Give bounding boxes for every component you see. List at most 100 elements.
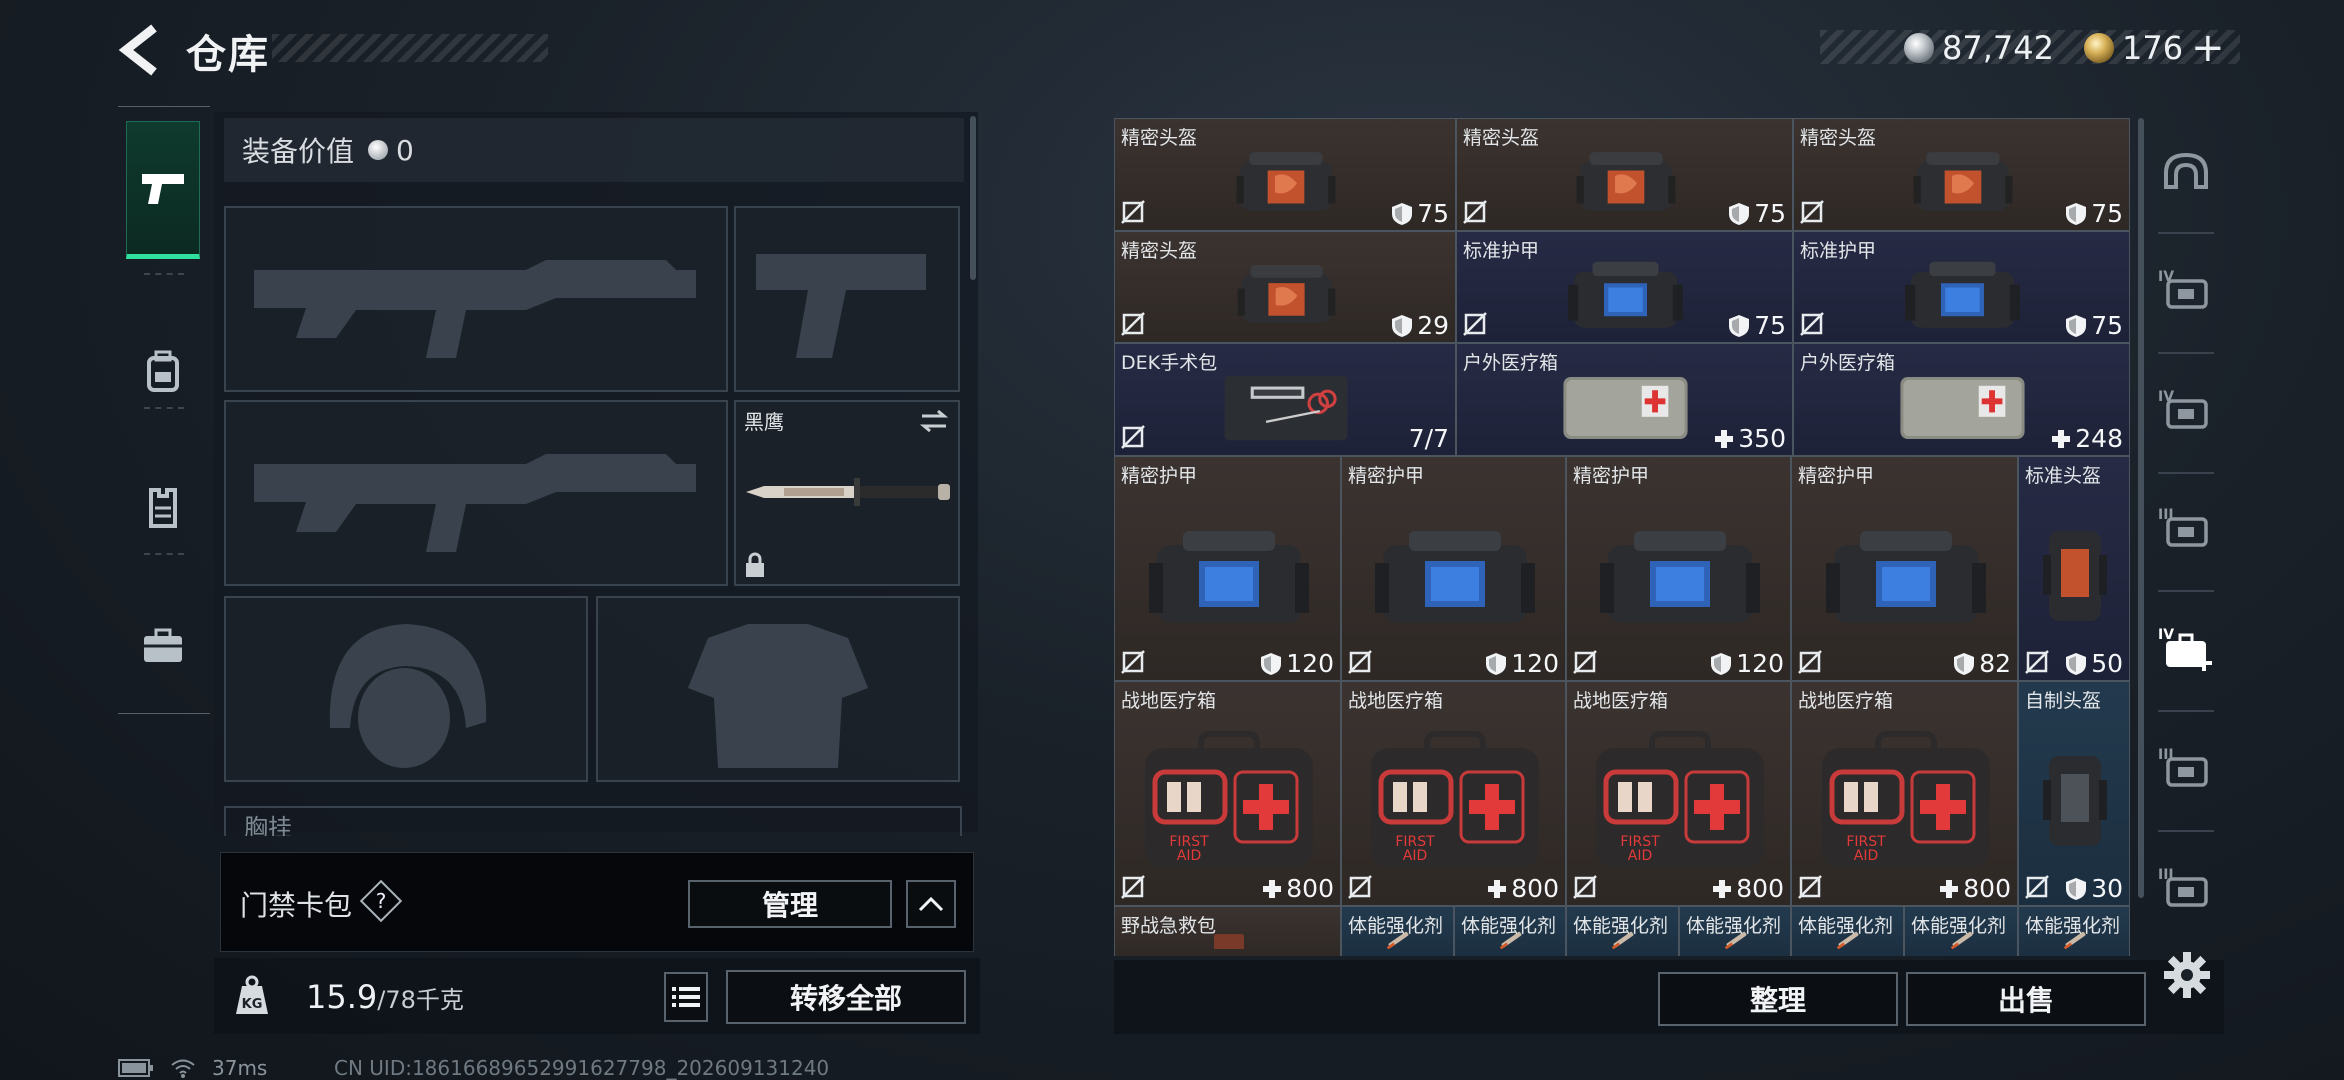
primary-weapon-slot[interactable] — [224, 206, 728, 392]
inventory-item[interactable]: 体能强化剂 — [1454, 906, 1566, 956]
category-tier-label: III — [2156, 718, 2157, 719]
list-view-button[interactable] — [664, 972, 708, 1022]
gold-currency[interactable]: 176 + — [2084, 25, 2225, 71]
shield-icon — [1486, 652, 1507, 675]
inventory-item[interactable]: 体能强化剂 — [2018, 906, 2130, 956]
add-currency-button[interactable]: + — [2191, 25, 2225, 71]
no-transfer-icon — [1573, 650, 1597, 674]
no-transfer-icon — [1800, 200, 1824, 224]
category-tab[interactable] — [2154, 118, 2218, 226]
inventory-item[interactable]: 精密头盔 75 — [1114, 118, 1456, 231]
inventory-item[interactable]: 精密头盔 29 — [1114, 231, 1456, 343]
inventory-item[interactable]: 标准护甲 75 — [1793, 231, 2130, 343]
no-transfer-icon — [1121, 650, 1145, 674]
sidearm-slot[interactable] — [734, 206, 960, 392]
inventory-item[interactable]: DEK手术包 7/7 — [1114, 343, 1456, 456]
shield-icon — [1392, 202, 1413, 225]
sort-button[interactable]: 整理 — [1658, 972, 1898, 1026]
helmet-slot[interactable] — [224, 596, 588, 782]
inventory-item[interactable]: 体能强化剂 — [1904, 906, 2018, 956]
category-tab[interactable]: IV IV — [2154, 596, 2218, 704]
sell-button[interactable]: 出售 — [1906, 972, 2146, 1026]
armor-item-icon — [1568, 261, 1683, 328]
item-durability: 120 — [1260, 649, 1334, 678]
helmet-item-icon — [1237, 265, 1336, 323]
inventory-item[interactable]: 精密头盔 75 — [1456, 118, 1793, 231]
inventory-item[interactable]: 户外医疗箱 350 — [1456, 343, 1793, 456]
category-tab[interactable]: III III — [2154, 476, 2218, 584]
inventory-scrollbar[interactable] — [2138, 118, 2144, 898]
transfer-all-button[interactable]: 转移全部 — [726, 970, 966, 1024]
back-arrow-icon[interactable] — [118, 24, 162, 76]
category-tier-label: IV — [2156, 598, 2157, 599]
armor-item-icon — [1826, 531, 1986, 623]
inventory-item[interactable]: FIRST AID 战地医疗箱 800 — [1341, 681, 1566, 906]
inventory-item[interactable]: 标准护甲 75 — [1456, 231, 1793, 343]
tab-backpack[interactable] — [126, 303, 200, 441]
svg-text:IV: IV — [2158, 269, 2174, 285]
inventory-item[interactable]: 体能强化剂 — [1341, 906, 1454, 956]
inventory-item[interactable]: 自制头盔 30 — [2018, 681, 2130, 906]
helmet-item-icon — [1913, 152, 2013, 211]
tab-vest[interactable] — [126, 439, 200, 577]
manage-button[interactable]: 管理 — [688, 880, 892, 928]
item-durability: 7/7 — [1409, 424, 1449, 453]
carry-weight-value: 15.9 — [306, 978, 378, 1016]
inventory-item[interactable]: 精密护甲 82 — [1791, 456, 2018, 681]
inventory-item[interactable]: 体能强化剂 — [1679, 906, 1791, 956]
inventory-item[interactable]: 体能强化剂 — [1791, 906, 1904, 956]
equipment-value-label: 装备价值 — [242, 135, 355, 168]
item-name: 户外医疗箱 — [1463, 352, 1559, 374]
chest-rig-slot-label: 胸挂 — [224, 806, 962, 836]
item-durability: 800 — [1939, 874, 2011, 903]
secondary-weapon-slot[interactable] — [224, 400, 728, 586]
equipment-scrollbar[interactable] — [970, 116, 976, 280]
item-name: 体能强化剂 — [1686, 915, 1782, 937]
item-value: 75 — [1754, 199, 1786, 228]
item-durability: 75 — [2065, 311, 2123, 340]
inventory-item[interactable]: 体能强化剂 — [1566, 906, 1679, 956]
helmet-item-icon — [1236, 152, 1336, 211]
armor-slot[interactable] — [596, 596, 960, 782]
chip-icon: III — [2158, 507, 2208, 547]
item-name: 标准头盔 — [2025, 465, 2102, 487]
inventory-item[interactable]: 户外医疗箱 248 — [1793, 343, 2130, 456]
category-tab[interactable]: IV IV — [2154, 238, 2218, 346]
inventory-item[interactable]: FIRST AID 战地医疗箱 800 — [1566, 681, 1791, 906]
inventory-item[interactable]: FIRST AID 战地医疗箱 800 — [1114, 681, 1341, 906]
rifle-silhouette-icon — [254, 454, 696, 552]
settings-gear-icon[interactable] — [2162, 950, 2212, 1000]
category-tab[interactable]: IV IV — [2154, 358, 2218, 466]
field-medkit-icon: FIRSTAID — [1145, 731, 1313, 868]
item-value: 800 — [1736, 874, 1784, 903]
tab-briefcase[interactable] — [126, 577, 200, 715]
category-tab[interactable]: III III — [2154, 836, 2218, 944]
inventory-item[interactable]: FIRST AID 战地医疗箱 800 — [1791, 681, 2018, 906]
helmet-item-icon — [1576, 152, 1676, 211]
melee-slot[interactable]: 黑鹰 — [734, 400, 960, 586]
inventory-item[interactable]: 精密护甲 120 — [1341, 456, 1566, 681]
category-tier-label: IV — [2156, 360, 2157, 361]
shield-icon: III — [2158, 747, 2208, 787]
inventory-item[interactable]: 精密护甲 120 — [1566, 456, 1791, 681]
no-transfer-icon — [1798, 650, 1822, 674]
inventory-item[interactable]: 精密护甲 120 — [1114, 456, 1341, 681]
item-durability: 29 — [1391, 311, 1449, 340]
item-name: 精密护甲 — [1573, 465, 1650, 487]
inventory-item[interactable]: 野战急救包 — [1114, 906, 1341, 956]
item-name: 体能强化剂 — [1348, 915, 1444, 937]
item-value: 7/7 — [1408, 424, 1449, 453]
svg-text:IV: IV — [2158, 627, 2174, 643]
expand-button[interactable] — [906, 880, 956, 928]
shield-icon — [1711, 652, 1732, 675]
first-aid-pack-icon — [1214, 934, 1244, 949]
equipment-value: 装备价值 0 — [224, 118, 964, 182]
tab-weapons[interactable] — [126, 121, 200, 259]
inventory-item[interactable]: 标准头盔 50 — [2018, 456, 2130, 681]
shield-icon — [1729, 314, 1750, 337]
page-title: 仓库 — [186, 32, 270, 78]
category-tab[interactable]: III III — [2154, 716, 2218, 824]
swap-icon[interactable] — [918, 408, 950, 434]
inventory-item[interactable]: 精密头盔 75 — [1793, 118, 2130, 231]
rifle-silhouette-icon — [254, 260, 696, 358]
